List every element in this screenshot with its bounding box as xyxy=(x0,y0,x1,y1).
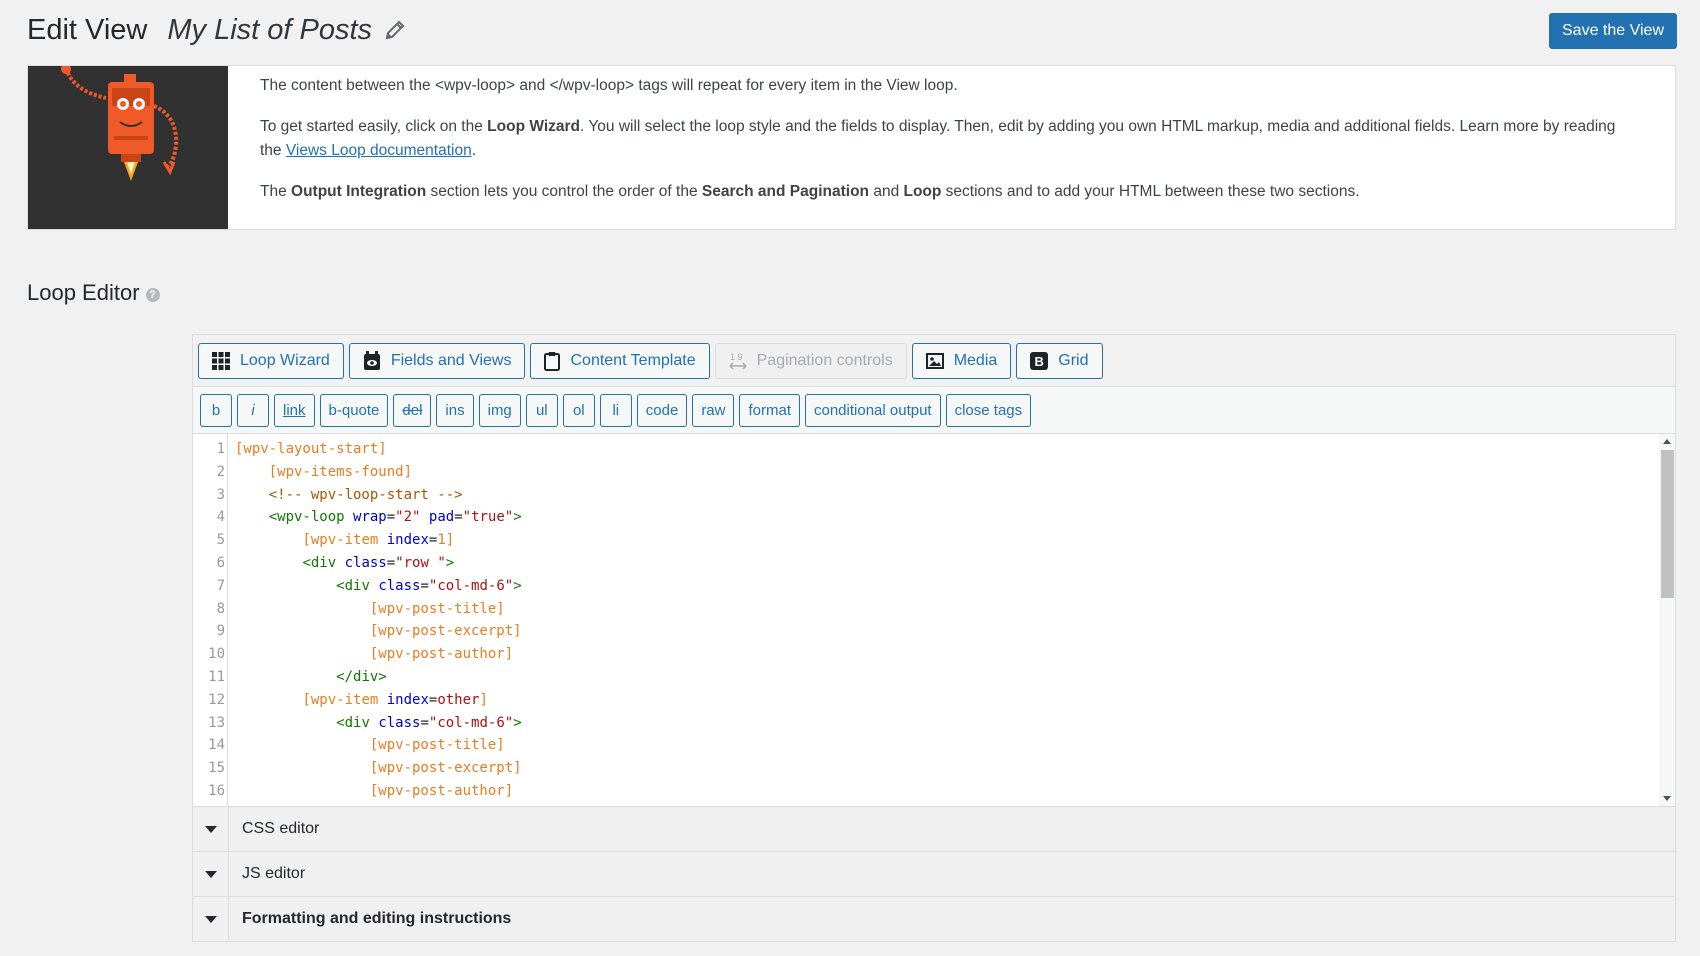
code-text: [wpv-post-title] xyxy=(369,600,505,617)
qt-img-button[interactable]: img xyxy=(478,393,521,427)
fields-and-views-button[interactable]: Fields and Views xyxy=(348,342,526,379)
qt-li-button[interactable]: li xyxy=(599,393,632,427)
qt-format-button[interactable]: format xyxy=(739,393,800,427)
css-editor-toggle[interactable] xyxy=(193,807,229,851)
help-icon[interactable]: ? xyxy=(145,288,160,302)
intro-box: The content between the <wpv-loop> and <… xyxy=(27,65,1676,230)
pagination-icon: 1 9 xyxy=(729,351,747,371)
content-template-button[interactable]: Content Template xyxy=(530,342,710,379)
code-text: <wpv-loop wrap="2" pad="true"> xyxy=(268,509,522,526)
page-title: Edit View My List of Posts xyxy=(27,10,406,50)
qt-code-button[interactable]: code xyxy=(636,393,688,427)
line-number: 5 xyxy=(216,532,225,549)
line-number: 16 xyxy=(208,783,225,799)
js-editor-toggle[interactable] xyxy=(193,852,229,896)
line-number: 7 xyxy=(216,577,225,594)
line-number: 3 xyxy=(216,486,225,503)
quicktags-toolbar: b i link b-quote del ins img ul ol li co… xyxy=(193,387,1675,434)
svg-text:B: B xyxy=(1035,354,1044,369)
code-text: [wpv-post-excerpt] xyxy=(369,623,522,640)
code-text: [wpv-post-title] xyxy=(369,737,505,754)
robot-illustration xyxy=(28,66,228,229)
clipboard-icon xyxy=(544,351,561,371)
qt-i-button[interactable]: i xyxy=(237,393,269,427)
line-number: 1 xyxy=(216,441,225,457)
qt-close-tags-button[interactable]: close tags xyxy=(945,393,1032,427)
media-icon xyxy=(925,352,944,369)
bootstrap-icon: B xyxy=(1030,351,1049,370)
scroll-down-arrow-icon[interactable] xyxy=(1663,796,1671,801)
editor-toolbar: Loop Wizard Fields and Views Content Tem… xyxy=(193,335,1675,387)
line-number: 11 xyxy=(208,669,225,685)
js-editor-panel[interactable]: JS editor xyxy=(193,852,1675,897)
formatting-instructions-panel[interactable]: Formatting and editing instructions xyxy=(193,897,1675,942)
pencil-icon[interactable] xyxy=(384,19,406,41)
line-number: 15 xyxy=(208,760,225,777)
line-number: 8 xyxy=(216,600,225,617)
code-text: [wpv-item index=other] xyxy=(302,691,488,708)
views-loop-doc-link[interactable]: Views Loop documentation xyxy=(286,142,472,159)
qt-del-button[interactable]: del xyxy=(393,393,432,427)
qt-ol-button[interactable]: ol xyxy=(562,393,595,427)
grid-button[interactable]: B Grid xyxy=(1016,342,1103,379)
intro-paragraph-1: The content between the <wpv-loop> and <… xyxy=(260,77,958,94)
line-number: 12 xyxy=(208,691,225,708)
code-text: [wpv-items-found] xyxy=(268,463,413,480)
qt-ins-button[interactable]: ins xyxy=(436,393,474,427)
qt-link-button[interactable]: link xyxy=(274,393,315,427)
page-title-text: Edit View xyxy=(27,13,148,46)
code-text: [wpv-post-excerpt] xyxy=(369,760,522,777)
pagination-controls-button[interactable]: 1 9 Pagination controls xyxy=(714,342,907,379)
save-view-button[interactable]: Save the View xyxy=(1549,13,1677,49)
line-number: 14 xyxy=(208,737,225,754)
fields-icon xyxy=(363,350,381,371)
code-text: <div class="row "> xyxy=(302,555,455,571)
line-number: 6 xyxy=(216,555,225,571)
scroll-up-arrow-icon[interactable] xyxy=(1663,439,1671,444)
code-text: <div class="col-md-6"> xyxy=(336,577,522,594)
code-text: [wpv-layout-start] xyxy=(235,441,387,457)
intro-paragraph-3: The Output Integration section lets you … xyxy=(260,183,1360,200)
view-name[interactable]: My List of Posts xyxy=(167,14,372,47)
caret-down-icon xyxy=(204,870,217,878)
code-text: [wpv-post-author] xyxy=(369,783,514,799)
code-editor[interactable]: 1 [wpv-layout-start] 2 [wpv-items-found] 3 … xyxy=(193,434,1675,807)
qt-raw-button[interactable]: raw xyxy=(692,393,735,427)
svg-text:1 9: 1 9 xyxy=(730,352,743,362)
intro-text: The content between the <wpv-loop> and <… xyxy=(260,74,1635,221)
qt-bquote-button[interactable]: b-quote xyxy=(319,393,389,427)
line-number: 4 xyxy=(216,509,225,526)
scrollbar-thumb[interactable] xyxy=(1661,450,1674,598)
qt-b-button[interactable]: b xyxy=(200,393,232,427)
line-number: 10 xyxy=(208,646,225,663)
editor-scrollbar[interactable] xyxy=(1659,434,1675,806)
line-number: 9 xyxy=(216,623,225,640)
line-number: 13 xyxy=(208,714,225,731)
formatting-instructions-toggle[interactable] xyxy=(193,897,229,941)
caret-down-icon xyxy=(204,915,217,923)
loop-editor-heading: Loop Editor ? xyxy=(27,280,160,306)
code-text: </div> xyxy=(336,669,387,685)
css-editor-panel[interactable]: CSS editor xyxy=(193,807,1675,852)
code-text: [wpv-post-author] xyxy=(369,646,514,663)
loop-wizard-button[interactable]: Loop Wizard xyxy=(198,342,344,379)
qt-ul-button[interactable]: ul xyxy=(525,393,558,427)
line-number: 2 xyxy=(216,463,225,480)
code-text: [wpv-item index=1] xyxy=(302,532,455,549)
code-text: <div class="col-md-6"> xyxy=(336,714,522,731)
qt-conditional-output-button[interactable]: conditional output xyxy=(805,393,941,427)
loop-editor: Loop Wizard Fields and Views Content Tem… xyxy=(192,334,1676,942)
caret-down-icon xyxy=(204,825,217,833)
code-text: <!-- wpv-loop-start --> xyxy=(268,486,463,503)
media-button[interactable]: Media xyxy=(911,342,1012,379)
intro-paragraph-2: To get started easily, click on the Loop… xyxy=(260,118,1616,159)
grid-icon xyxy=(212,351,230,370)
